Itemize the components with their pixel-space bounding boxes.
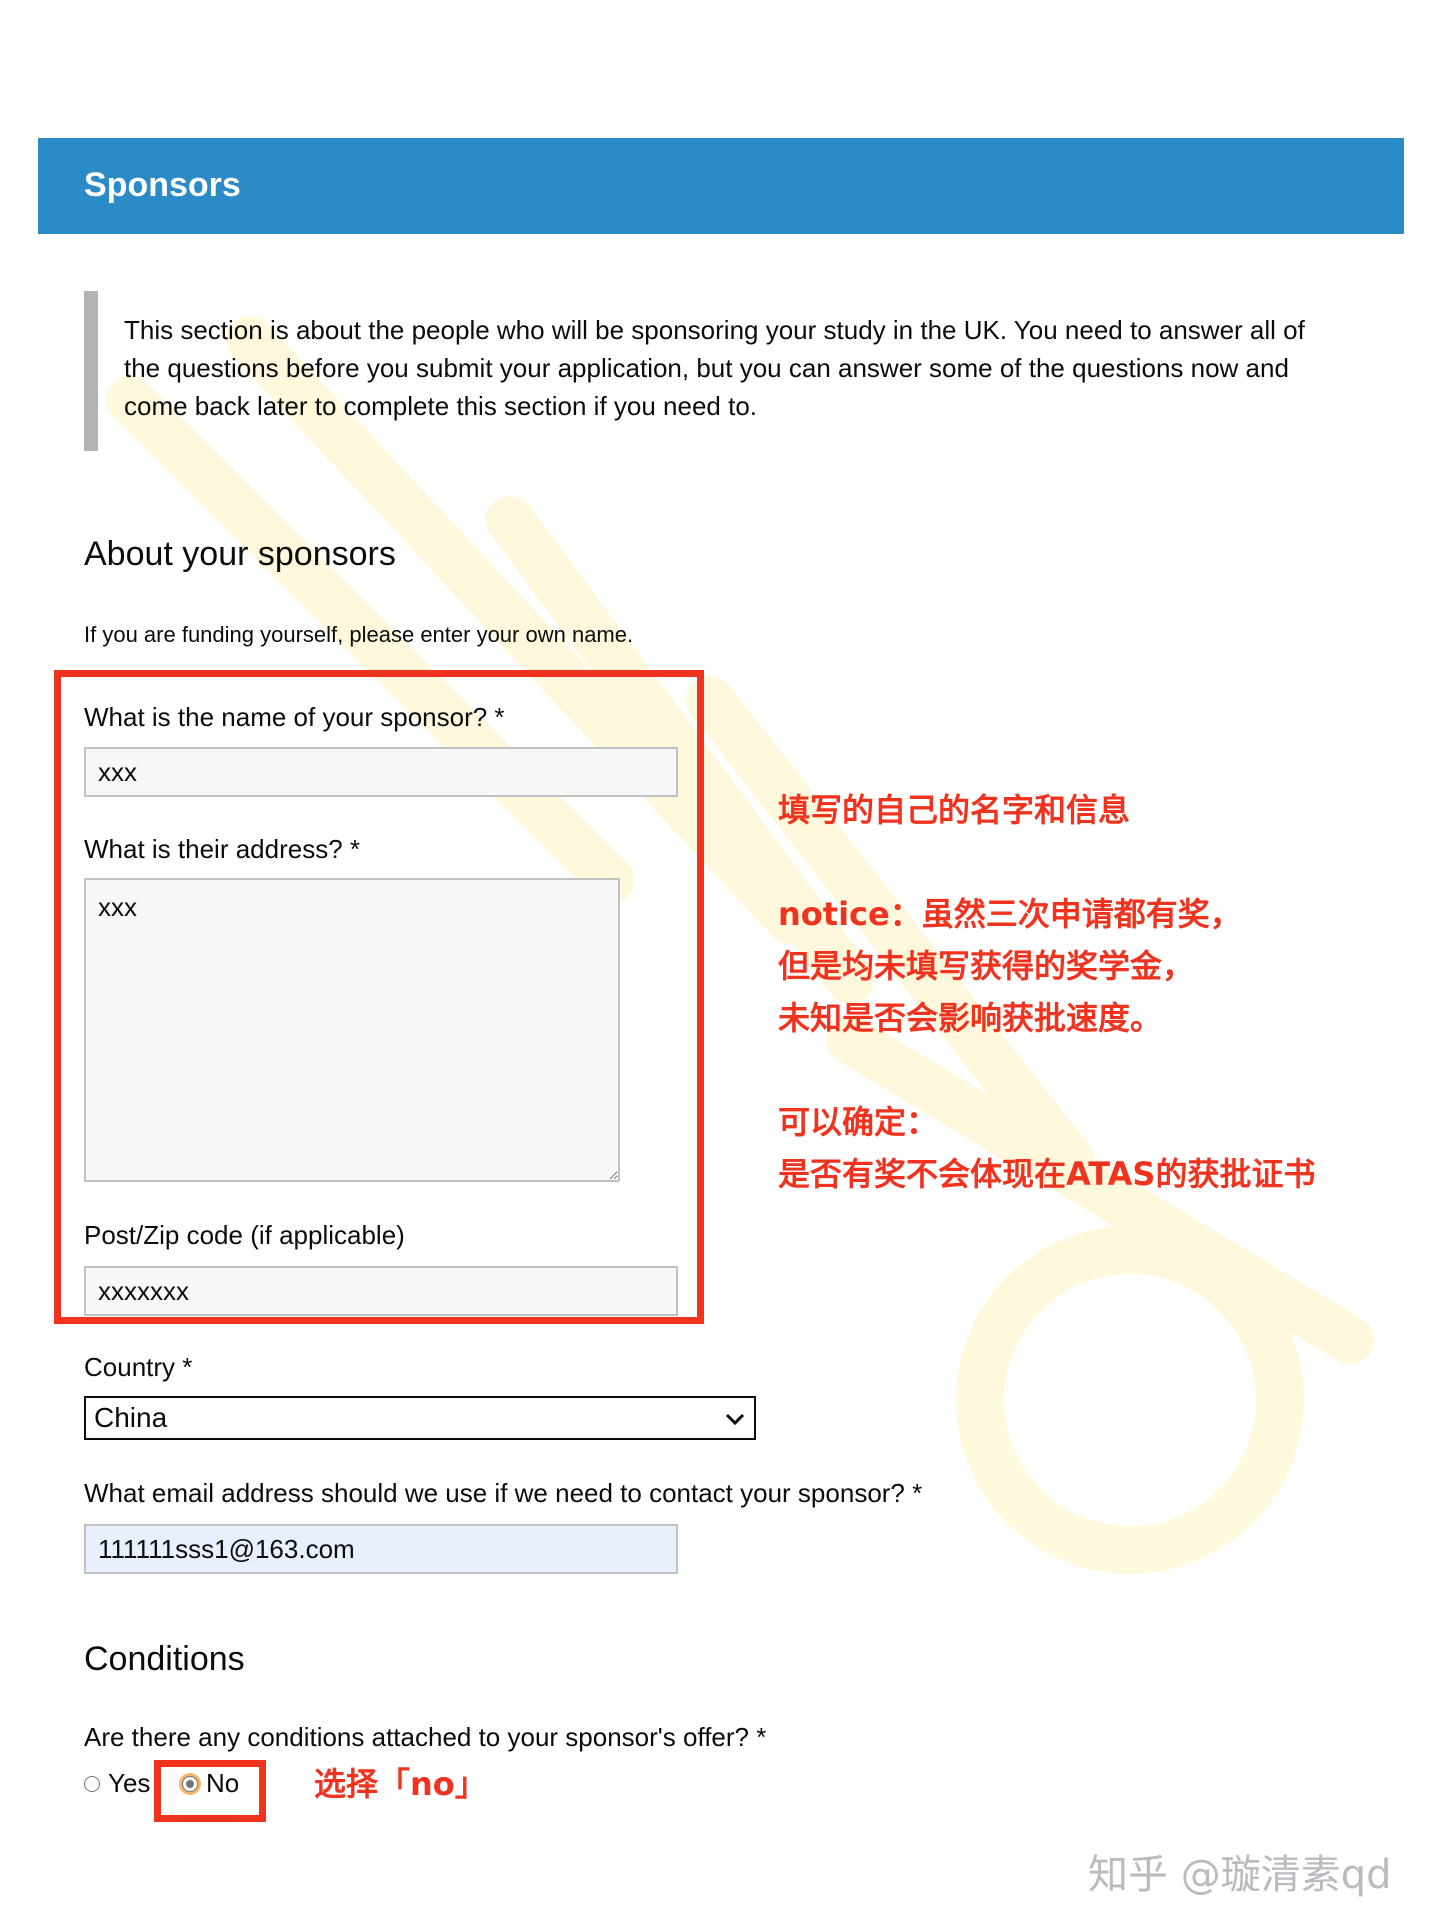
- conditions-heading: Conditions: [84, 1640, 245, 1678]
- sponsor-email-input[interactable]: [84, 1524, 678, 1574]
- country-label: Country *: [84, 1352, 193, 1382]
- intro-inset: This section is about the people who wil…: [84, 291, 1344, 451]
- sponsor-name-label: What is the name of your sponsor? *: [84, 702, 505, 732]
- country-select[interactable]: China: [84, 1396, 756, 1440]
- funding-hint: If you are funding yourself, please ente…: [84, 622, 634, 647]
- conditions-question: Are there any conditions attached to you…: [84, 1722, 767, 1752]
- postcode-input[interactable]: [84, 1266, 678, 1316]
- annotation-confirm-2: 是否有奖不会体现在ATAS的获批证书: [778, 1155, 1316, 1193]
- zhihu-watermark: 知乎 @璇清素qd: [1088, 1852, 1392, 1898]
- annotation-notice-1: notice：虽然三次申请都有奖，: [778, 895, 1242, 933]
- postcode-label: Post/Zip code (if applicable): [84, 1220, 405, 1250]
- annotation-confirm-1: 可以确定：: [778, 1103, 939, 1141]
- country-selected-value: China: [94, 1402, 168, 1433]
- chevron-down-icon: [725, 1413, 745, 1426]
- annotation-no-box: [154, 1760, 266, 1822]
- sponsor-address-textarea[interactable]: xxx: [84, 878, 620, 1182]
- conditions-yes-label[interactable]: Yes: [108, 1768, 150, 1799]
- annotation-fill-own: 填写的自己的名字和信息: [778, 791, 1131, 829]
- intro-text: This section is about the people who wil…: [124, 315, 1305, 421]
- sponsor-name-input[interactable]: [84, 747, 678, 797]
- section-header: Sponsors: [38, 138, 1404, 234]
- conditions-yes-radio[interactable]: [84, 1776, 100, 1792]
- about-heading: About your sponsors: [84, 535, 396, 573]
- section-title: Sponsors: [84, 166, 241, 204]
- annotation-choose-no: 选择「no」: [314, 1765, 487, 1803]
- annotation-notice-2: 但是均未填写获得的奖学金，: [778, 947, 1195, 985]
- annotation-notice-3: 未知是否会影响获批速度。: [778, 999, 1163, 1037]
- sponsor-email-label: What email address should we use if we n…: [84, 1478, 923, 1508]
- sponsor-address-label: What is their address? *: [84, 834, 361, 864]
